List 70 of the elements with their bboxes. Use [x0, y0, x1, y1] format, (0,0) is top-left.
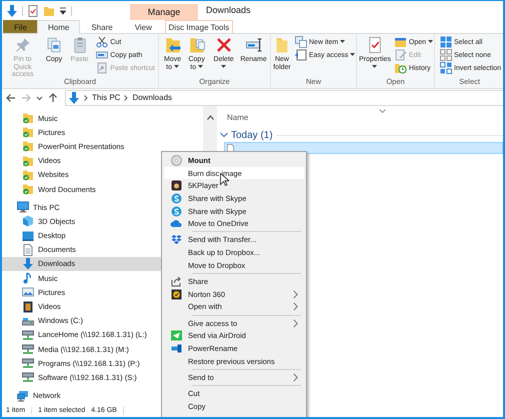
breadcrumb[interactable]: This PC: [92, 93, 120, 102]
film-icon: [22, 300, 34, 313]
document-icon: [22, 244, 34, 256]
share-icon: [170, 276, 182, 288]
invert-selection-icon: [440, 62, 452, 74]
chevron-down-icon: [220, 132, 228, 138]
group-header[interactable]: Today (1): [231, 130, 273, 140]
computer-icon: [17, 201, 29, 214]
ribbon-tab[interactable]: View: [124, 20, 163, 33]
music-note-icon: [22, 272, 34, 284]
folder-check-icon: [22, 126, 34, 138]
folder-check-icon: [22, 168, 34, 181]
caret-icon: [221, 64, 226, 68]
caret-icon: [174, 64, 179, 68]
contextual-tab-header: Manage: [130, 4, 198, 20]
ribbon-tab[interactable]: Share: [80, 20, 124, 33]
edit-icon: [394, 49, 407, 61]
dropbox-icon: [170, 234, 182, 246]
cube-icon: [22, 215, 34, 228]
address-field[interactable]: This PC Downloads: [65, 90, 503, 106]
sort-caret-icon: [379, 109, 386, 113]
skype-icon: [170, 192, 182, 204]
breadcrumb[interactable]: Downloads: [132, 93, 172, 102]
disc-icon: [170, 154, 182, 166]
up-arrow-icon[interactable]: [48, 92, 58, 102]
desktop-icon: [22, 230, 34, 242]
download-arrow-icon: [68, 92, 80, 104]
folder-arrow-icon: [164, 36, 182, 54]
pin-icon: [14, 36, 32, 54]
network-drive-icon: [22, 371, 34, 384]
path-icon: [96, 49, 108, 61]
network-drive-icon: [22, 357, 34, 370]
scroll-up-icon: [206, 115, 214, 120]
select-none-icon: [440, 49, 452, 61]
caret-icon: [372, 64, 378, 68]
delete-icon: [214, 36, 233, 54]
chevron-right-icon: [123, 92, 130, 102]
open-folder-icon: [394, 36, 407, 48]
ribbon-tab[interactable]: File: [3, 20, 37, 33]
caret-icon: [428, 40, 434, 44]
folder-check-icon: [22, 154, 34, 167]
ribbon-tab[interactable]: Disc Image Tools: [164, 20, 233, 33]
scissors-icon: [96, 36, 108, 48]
caret-icon: [340, 40, 346, 44]
network-icon: [17, 390, 29, 402]
cloud-icon: [170, 218, 182, 230]
column-header[interactable]: Name: [227, 113, 248, 122]
caret-icon: [350, 53, 356, 57]
player-icon: [170, 180, 182, 192]
shortcut-icon: [96, 62, 108, 74]
send-icon: [170, 330, 182, 342]
caret-icon: [198, 64, 204, 68]
folder-check-icon: [22, 183, 34, 196]
history-icon: [394, 62, 407, 74]
network-drive-icon: [22, 343, 34, 356]
rename-icon: [244, 36, 263, 54]
network-drive-icon: [22, 328, 34, 341]
folder-check-icon: [22, 112, 34, 124]
download-arrow-icon: [22, 258, 34, 270]
window-title: Downloads: [206, 5, 251, 17]
download-arrow-icon[interactable]: [6, 5, 18, 17]
dropdown-icon[interactable]: [59, 5, 67, 17]
chevron-right-icon: [83, 92, 89, 102]
back-icon[interactable]: [6, 92, 16, 102]
skype-icon: [170, 206, 182, 217]
document-check-icon[interactable]: [27, 5, 39, 17]
ribbon-tab[interactable]: Home: [37, 20, 80, 34]
picture-icon: [22, 286, 34, 298]
chevron-right-icon: [293, 372, 298, 382]
folder-check-icon: [22, 140, 34, 152]
